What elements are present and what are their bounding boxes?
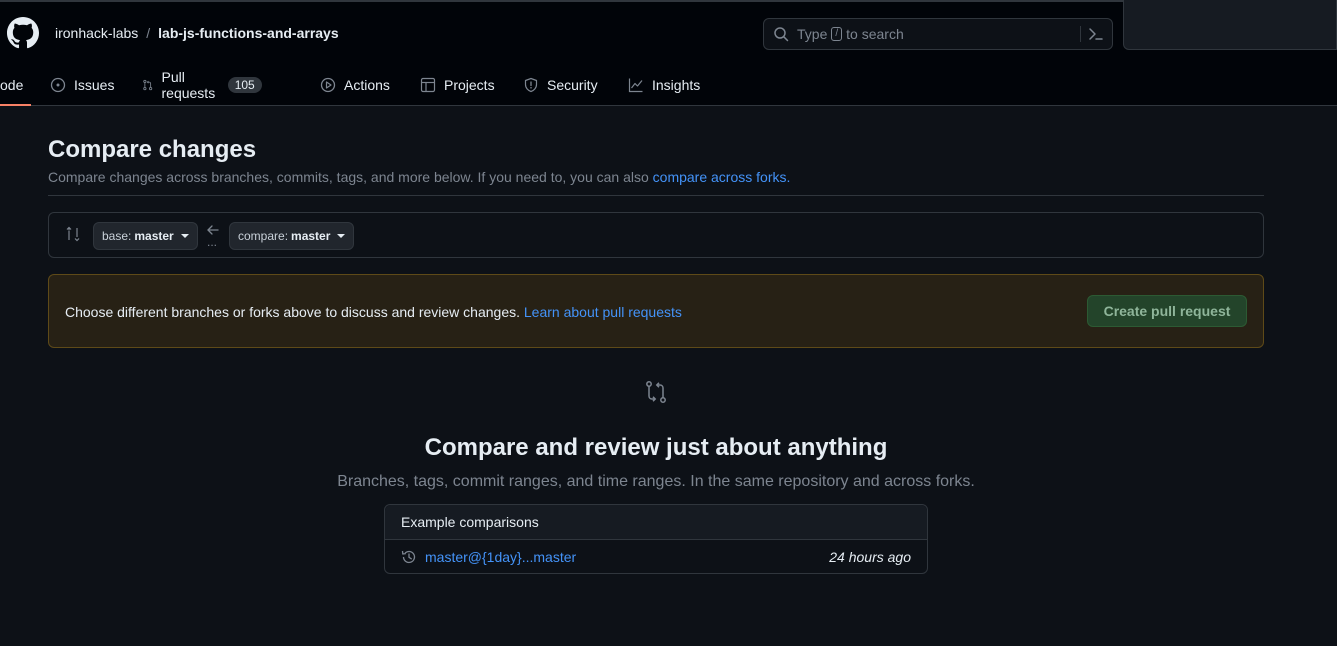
- app-header: ironhack-labs / lab-js-functions-and-arr…: [0, 0, 1337, 106]
- base-branch-value: master: [134, 229, 174, 243]
- pull-requests-counter: 105: [227, 77, 262, 93]
- header-divider: [48, 195, 1264, 196]
- list-item: master@{1day}...master 24 hours ago: [385, 540, 927, 574]
- breadcrumb-separator: /: [146, 25, 151, 41]
- tab-insights[interactable]: Insights: [628, 64, 700, 106]
- search-divider: [1080, 26, 1081, 42]
- compare-branch-value: master: [291, 229, 331, 243]
- github-logo-icon[interactable]: [7, 17, 39, 49]
- breadcrumb-owner-link[interactable]: ironhack-labs: [55, 25, 138, 41]
- example-comparisons-header: Example comparisons: [385, 505, 927, 540]
- git-compare-icon: [646, 381, 666, 403]
- git-compare-icon: [66, 226, 80, 242]
- blankslate-title: Compare and review just about anything: [424, 434, 888, 461]
- search-shortcut-key: /: [831, 27, 843, 41]
- command-palette-icon[interactable]: [1088, 26, 1104, 42]
- range-editor: base: master ... compare: master: [48, 212, 1264, 258]
- flash-text: Choose different branches or forks above…: [65, 304, 520, 320]
- flash-message: Choose different branches or forks above…: [65, 304, 682, 320]
- tab-pull-requests-label: Pull requests: [161, 69, 216, 101]
- page-subtitle-text: Compare changes across branches, commits…: [48, 169, 649, 185]
- info-flash: Choose different branches or forks above…: [48, 274, 1264, 348]
- compare-across-forks-link[interactable]: compare across forks.: [653, 169, 791, 185]
- range-dots: ...: [207, 235, 218, 249]
- graph-icon: [628, 78, 643, 93]
- tab-actions-label: Actions: [344, 77, 390, 93]
- tab-projects[interactable]: Projects: [420, 64, 495, 106]
- table-icon: [420, 77, 436, 93]
- compare-branch-dropdown[interactable]: compare: master: [229, 222, 355, 250]
- chevron-down-icon: [180, 234, 189, 238]
- page-subtitle: Compare changes across branches, commits…: [48, 169, 790, 185]
- tab-issues[interactable]: Issues: [50, 64, 114, 106]
- tab-code[interactable]: ode: [0, 64, 32, 106]
- tab-insights-label: Insights: [652, 77, 701, 93]
- search-placeholder: Type / to search: [797, 26, 904, 42]
- search-icon: [774, 27, 789, 42]
- shield-icon: [524, 77, 538, 93]
- base-branch-label: base:: [102, 229, 132, 243]
- create-pull-request-button[interactable]: Create pull request: [1087, 295, 1247, 327]
- tab-code-label: ode: [0, 77, 24, 93]
- breadcrumb: ironhack-labs / lab-js-functions-and-arr…: [55, 25, 339, 41]
- chevron-down-icon: [337, 234, 346, 238]
- tab-actions[interactable]: Actions: [320, 64, 390, 106]
- tab-projects-label: Projects: [444, 77, 495, 93]
- play-icon: [320, 77, 336, 93]
- compare-branch-label: compare:: [238, 229, 289, 243]
- learn-about-pull-requests-link[interactable]: Learn about pull requests: [524, 304, 682, 320]
- example-comparison-link[interactable]: master@{1day}...master: [425, 549, 576, 565]
- page-title: Compare changes: [48, 136, 257, 163]
- breadcrumb-repo-link[interactable]: lab-js-functions-and-arrays: [158, 25, 338, 41]
- search-input[interactable]: Type / to search: [763, 18, 1113, 50]
- example-comparison-time: 24 hours ago: [829, 549, 911, 565]
- history-icon: [401, 550, 416, 564]
- issue-opened-icon: [50, 77, 66, 93]
- blankslate-subtitle: Branches, tags, commit ranges, and time …: [337, 473, 975, 490]
- example-comparisons-box: Example comparisons master@{1day}...mast…: [384, 504, 928, 574]
- tab-issues-label: Issues: [74, 77, 115, 93]
- git-pull-request-icon: [143, 79, 153, 91]
- tab-security-label: Security: [547, 77, 598, 93]
- search-placeholder-suffix: to search: [846, 26, 904, 42]
- base-branch-dropdown[interactable]: base: master: [93, 222, 198, 250]
- tab-security[interactable]: Security: [523, 64, 598, 106]
- overlay-panel: [1123, 0, 1337, 50]
- tab-pull-requests[interactable]: Pull requests 105: [142, 64, 262, 106]
- tab-active-underline: [0, 104, 32, 106]
- search-placeholder-prefix: Type: [797, 26, 828, 42]
